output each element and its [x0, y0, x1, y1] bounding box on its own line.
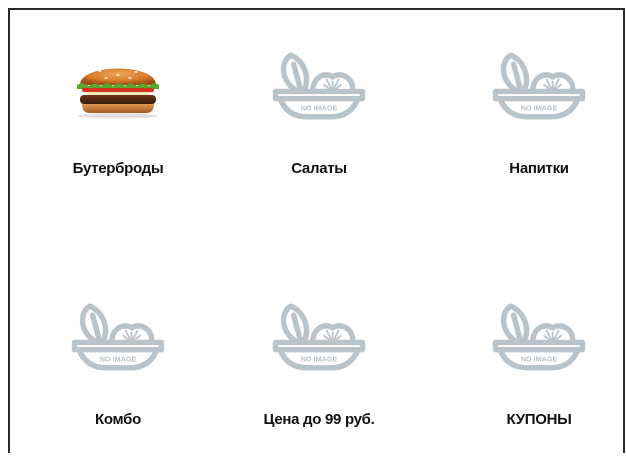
- salad-bowl-icon: NO IMAGE: [272, 52, 366, 120]
- category-tile-coupons[interactable]: NO IMAGE КУПОНЫ: [464, 275, 614, 475]
- category-label[interactable]: Цена до 99 руб.: [244, 411, 394, 428]
- category-label[interactable]: Напитки: [464, 160, 614, 177]
- category-tile-under-99[interactable]: NO IMAGE Цена до 99 руб.: [244, 275, 394, 475]
- no-image-placeholder[interactable]: NO IMAGE: [271, 44, 367, 128]
- no-image-placeholder[interactable]: NO IMAGE: [70, 295, 166, 379]
- no-image-text: NO IMAGE: [521, 103, 558, 112]
- salad-bowl-icon: NO IMAGE: [272, 303, 366, 371]
- category-label[interactable]: КУПОНЫ: [464, 411, 614, 428]
- category-tile-sandwiches[interactable]: Бутерброды: [43, 24, 193, 224]
- no-image-placeholder[interactable]: NO IMAGE: [491, 295, 587, 379]
- category-label[interactable]: Салаты: [244, 160, 394, 177]
- salad-bowl-icon: NO IMAGE: [71, 303, 165, 371]
- no-image-placeholder[interactable]: NO IMAGE: [491, 44, 587, 128]
- category-tile-salads[interactable]: NO IMAGE Салаты: [244, 24, 394, 224]
- category-tile-combo[interactable]: NO IMAGE Комбо: [43, 275, 193, 475]
- category-tile-drinks[interactable]: NO IMAGE Напитки: [464, 24, 614, 224]
- burger-photo[interactable]: [70, 44, 166, 128]
- salad-bowl-icon: NO IMAGE: [492, 52, 586, 120]
- no-image-text: NO IMAGE: [100, 354, 137, 363]
- salad-bowl-icon: NO IMAGE: [492, 303, 586, 371]
- category-label[interactable]: Комбо: [43, 411, 193, 428]
- category-grid: Бутерброды NO IMAGE Салаты NO IMAGE Напи…: [10, 10, 624, 453]
- no-image-text: NO IMAGE: [521, 354, 558, 363]
- burger-icon: [77, 66, 159, 119]
- no-image-text: NO IMAGE: [301, 354, 338, 363]
- category-label[interactable]: Бутерброды: [43, 160, 193, 177]
- no-image-text: NO IMAGE: [301, 103, 338, 112]
- no-image-placeholder[interactable]: NO IMAGE: [271, 295, 367, 379]
